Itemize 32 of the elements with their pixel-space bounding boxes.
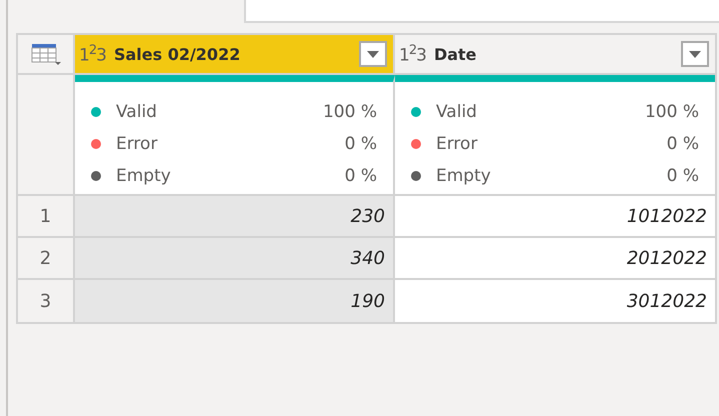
quality-label: Valid [116, 102, 158, 122]
quality-label: Error [116, 134, 158, 154]
quality-label: Valid [436, 102, 478, 122]
quality-percent: 0 % [344, 166, 377, 186]
row-number: 1 [18, 196, 75, 238]
quality-label: Empty [116, 166, 172, 186]
table-cell: 2012022 [395, 238, 715, 280]
column-title: Sales 02/2022 [114, 44, 242, 64]
column-header[interactable]: 1$^{2}$3 Date [395, 35, 715, 75]
quality-percent: 100 % [322, 102, 377, 122]
row-number: 3 [18, 280, 75, 322]
quality-label: Error [436, 134, 478, 154]
quality-percent: 0 % [666, 166, 699, 186]
quality-percent: 0 % [344, 134, 377, 154]
caret-icon [689, 50, 701, 58]
table-cell: 190 [75, 280, 395, 322]
row-number: 2 [18, 238, 75, 280]
table-cell-text: 3012022 [626, 290, 708, 314]
type-icon: 1$^{2}$3 [79, 42, 106, 66]
column-header[interactable]: 1$^{2}$3 Sales 02/2022 [75, 35, 395, 75]
column-title: Date [434, 44, 478, 64]
table-cell: 340 [75, 238, 395, 280]
quality-label: Empty [436, 166, 492, 186]
quality-percent: 100 % [644, 102, 699, 122]
table-menu-icon[interactable] [30, 43, 60, 65]
table-cell: 1012022 [395, 196, 715, 238]
dropdown-button[interactable] [359, 41, 387, 67]
dropdown-button[interactable] [681, 41, 709, 67]
type-icon: 1$^{2}$3 [399, 42, 426, 66]
quality-percent: 0 % [666, 134, 699, 154]
table-cell: 230 [75, 196, 395, 238]
caret-icon [367, 50, 379, 58]
